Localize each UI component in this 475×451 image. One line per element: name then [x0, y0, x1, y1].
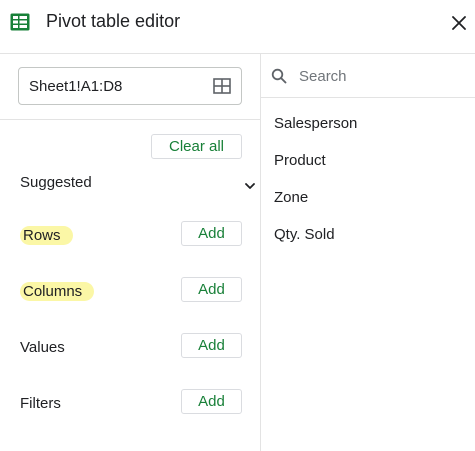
values-add-button[interactable]: Add — [181, 333, 242, 358]
field-item-zone[interactable]: Zone — [274, 189, 308, 206]
field-item-salesperson[interactable]: Salesperson — [274, 115, 357, 132]
field-search-bar — [261, 54, 475, 98]
sheets-table-icon — [10, 13, 30, 31]
suggested-label: Suggested — [20, 174, 92, 191]
columns-label-highlight: Columns — [20, 282, 95, 301]
field-search-input[interactable] — [299, 64, 469, 88]
close-button[interactable] — [448, 12, 470, 34]
pivot-table-editor-panel: Pivot table editor Sheet1!A1:D8 Clear al… — [0, 0, 475, 451]
field-item-qty-sold[interactable]: Qty. Sold — [274, 226, 335, 243]
search-icon — [271, 68, 287, 84]
filters-section-label: Filters — [17, 395, 64, 412]
field-item-product[interactable]: Product — [274, 152, 326, 169]
editor-header: Pivot table editor — [0, 0, 475, 54]
values-label: Values — [20, 339, 65, 356]
filters-label: Filters — [20, 395, 61, 412]
suggested-toggle[interactable]: Suggested — [20, 174, 256, 194]
field-list-column: Salesperson Product Zone Qty. Sold — [261, 54, 475, 451]
filters-add-button[interactable]: Add — [181, 389, 242, 414]
editor-title: Pivot table editor — [46, 11, 181, 31]
section-divider — [0, 119, 261, 120]
rows-label-highlight: Rows — [20, 226, 73, 245]
grid-select-icon[interactable] — [213, 78, 231, 94]
values-section-label: Values — [17, 339, 68, 356]
rows-add-button[interactable]: Add — [181, 221, 242, 246]
columns-add-button[interactable]: Add — [181, 277, 242, 302]
rows-section-label: Rows — [17, 226, 76, 245]
clear-all-button[interactable]: Clear all — [151, 134, 242, 159]
data-range-value: Sheet1!A1:D8 — [29, 78, 123, 95]
chevron-down-icon — [244, 178, 256, 189]
close-icon — [452, 16, 466, 30]
data-range-field[interactable]: Sheet1!A1:D8 — [18, 67, 242, 105]
editor-settings-column: Sheet1!A1:D8 Clear all Suggested Rows Ad… — [0, 54, 261, 451]
columns-section-label: Columns — [17, 282, 97, 301]
